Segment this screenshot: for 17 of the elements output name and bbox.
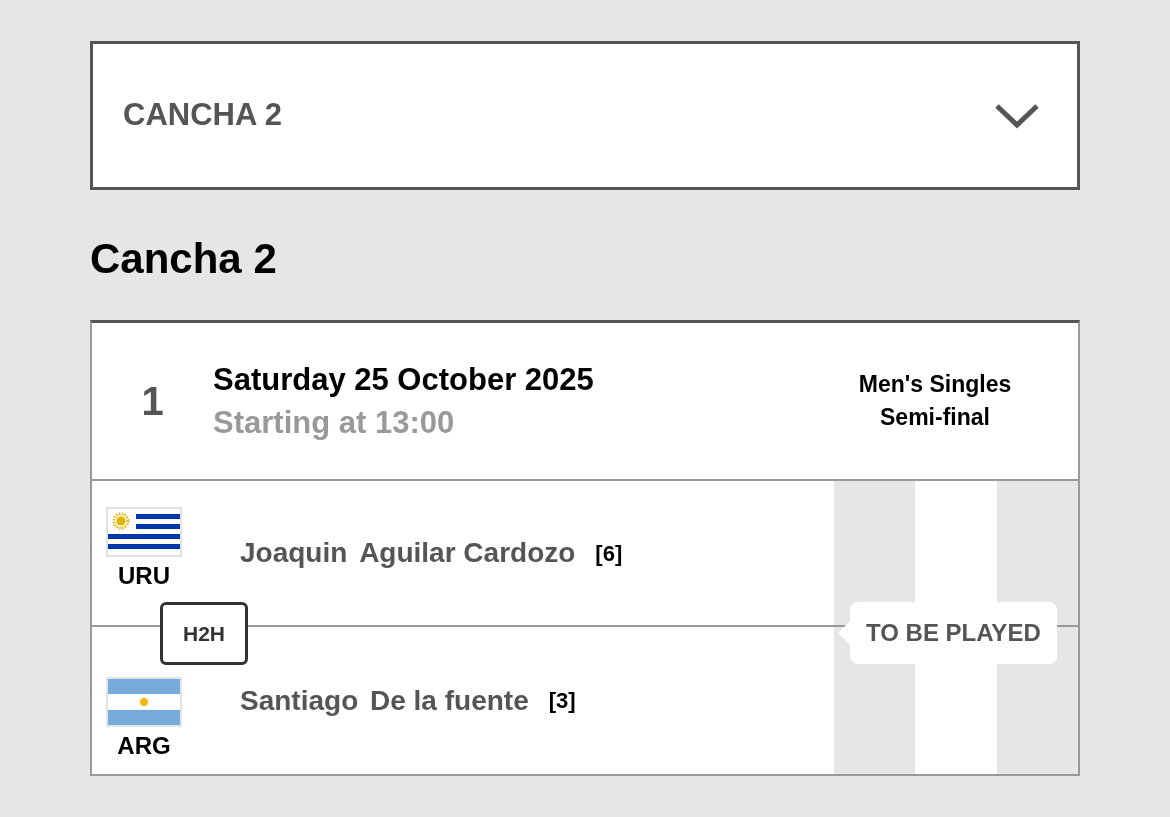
seed-number: [6] <box>595 539 623 568</box>
round-name: Semi-final <box>879 403 991 432</box>
event-name: Men's Singles <box>857 370 1013 399</box>
flag-icon <box>106 677 182 727</box>
start-time: Starting at 13:00 <box>213 404 456 442</box>
country-code: ARG <box>117 731 171 761</box>
country-code: URU <box>118 561 170 591</box>
chevron-down-icon <box>994 102 1040 129</box>
seed-number: [3] <box>548 687 576 715</box>
court-heading: Cancha 2 <box>90 234 278 284</box>
match-date: Saturday 25 October 2025 <box>213 361 595 399</box>
player-name: Santiago De la fuente <box>240 683 529 718</box>
match-order-number: 1 <box>140 378 165 425</box>
player-name: Joaquin Aguilar Cardozo <box>240 536 576 570</box>
h2h-button[interactable]: H2H <box>160 602 248 665</box>
court-select[interactable]: CANCHA 2 <box>90 41 1080 190</box>
flag-icon <box>106 507 182 557</box>
